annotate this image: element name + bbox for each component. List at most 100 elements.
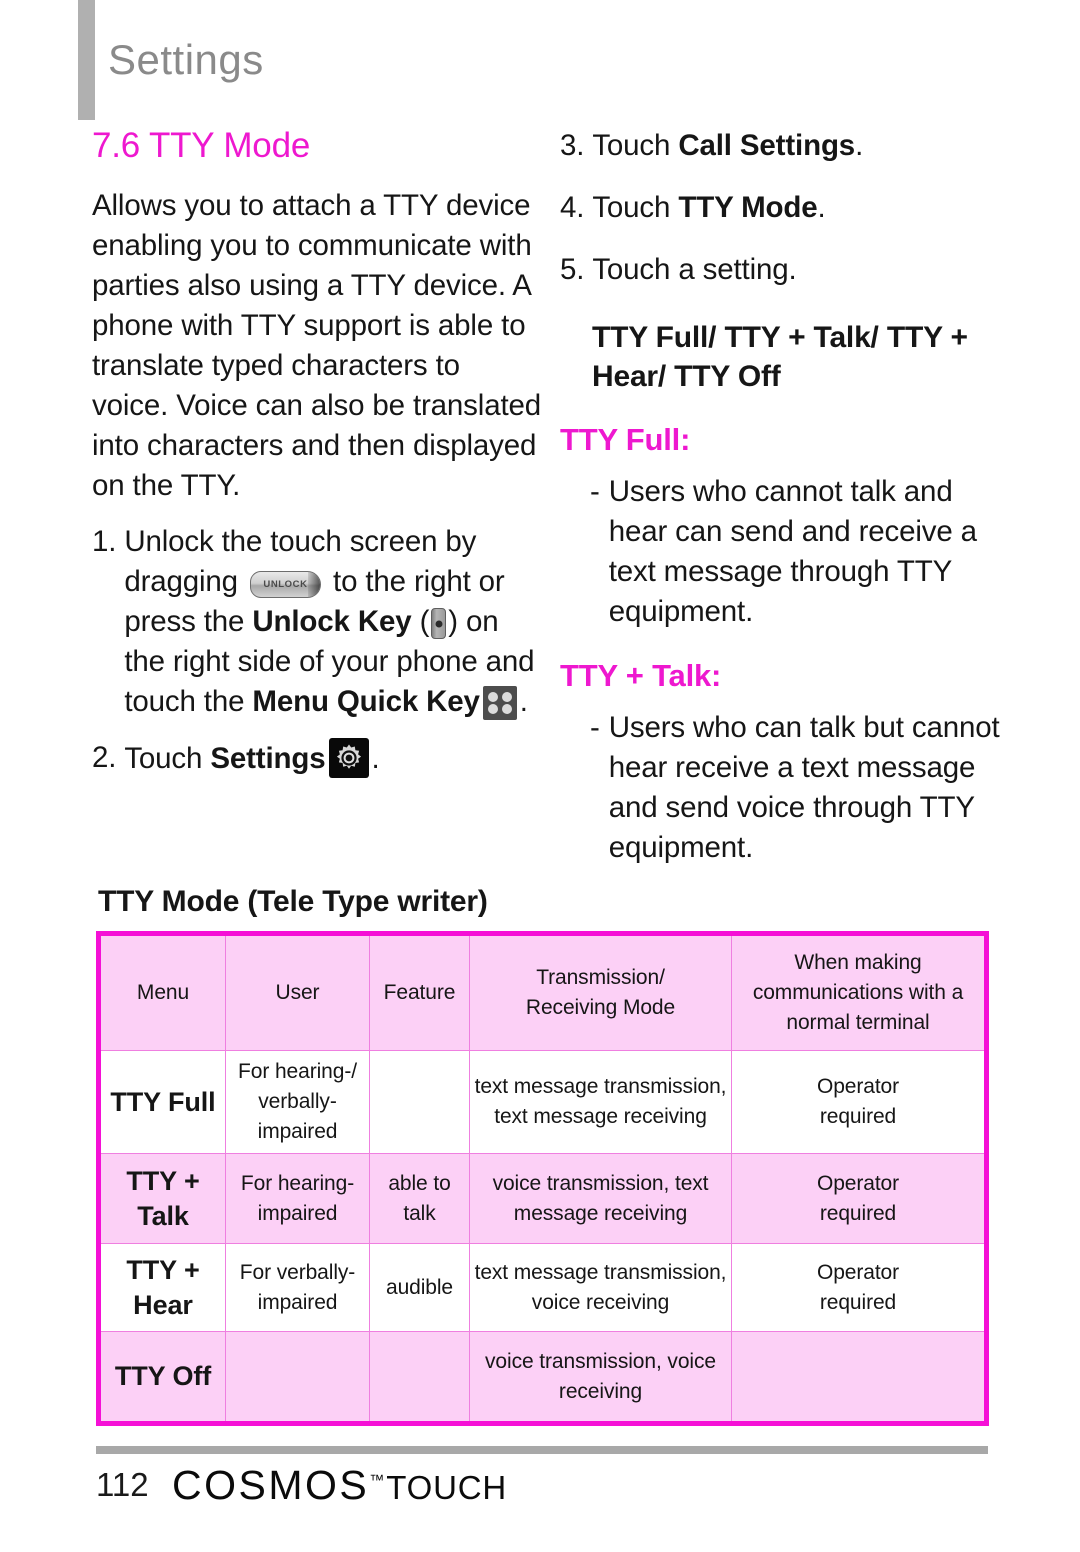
unlock-slider-icon: UNLOCK bbox=[249, 571, 321, 598]
step-3-part-b: . bbox=[855, 129, 864, 162]
row-2-feature: able to talk bbox=[369, 1153, 470, 1244]
row-1-normal-line1: Operator bbox=[816, 1075, 900, 1098]
tty-full-bullet-text: Users who cannot talk and hear can send … bbox=[608, 475, 977, 628]
tty-talk-label: TTY + Talk: bbox=[560, 658, 722, 693]
step-4-part-a: Touch bbox=[592, 191, 671, 224]
manual-page: Settings 7.6 TTY Mode Allows you to atta… bbox=[0, 0, 1080, 1552]
tty-full-bullet: - Users who cannot talk and hear can sen… bbox=[560, 472, 1008, 632]
step-1-part-d: . bbox=[519, 685, 528, 718]
row-3-normal-line2: required bbox=[819, 1290, 897, 1314]
col-header-normal-line2: communications with a bbox=[752, 981, 964, 1004]
row-1-mode-line1: text message transmission, bbox=[474, 1075, 727, 1098]
row-2-user-line2: impaired bbox=[257, 1201, 338, 1225]
step-5-text: Touch a setting. bbox=[592, 253, 797, 286]
step-3-number: 3. bbox=[560, 129, 585, 162]
footer-brand-name: COSMOS bbox=[172, 1462, 370, 1508]
col-header-menu: Menu bbox=[98, 933, 226, 1051]
row-3-user-line2: impaired bbox=[257, 1290, 338, 1314]
row-3-mode: text message transmission, voice receivi… bbox=[469, 1243, 732, 1332]
row-2-feature-line2: talk bbox=[403, 1201, 436, 1225]
footer-trademark: ™ bbox=[369, 1472, 385, 1489]
row-1-user-line2: verbally- bbox=[258, 1090, 337, 1113]
row-2-normal-line1: Operator bbox=[816, 1171, 900, 1195]
menu-quick-key-icon bbox=[482, 686, 517, 720]
row-1-mode-line2: text message receiving bbox=[494, 1105, 707, 1128]
row-1-feature bbox=[369, 1050, 470, 1154]
row-3-user-line1: For verbally- bbox=[239, 1260, 356, 1284]
col-header-feature: Feature bbox=[369, 933, 470, 1051]
step-3: 3. Touch Call Settings. bbox=[560, 126, 1008, 166]
row-3-menu-line2: Hear bbox=[133, 1289, 193, 1320]
row-2-user: For hearing- impaired bbox=[225, 1153, 370, 1244]
row-2-mode-line1: voice transmission, text bbox=[492, 1171, 709, 1195]
row-3-mode-line2: voice receiving bbox=[531, 1290, 670, 1314]
section-title: 7.6 TTY Mode bbox=[92, 126, 311, 165]
table-row: TTY Off voice transmission, voice receiv… bbox=[98, 1331, 987, 1424]
row-3-menu-line1: TTY + bbox=[126, 1254, 200, 1285]
step-2-settings-bold: Settings bbox=[210, 742, 326, 775]
step-3-bold: Call Settings bbox=[678, 129, 856, 162]
row-3-normal: Operator required bbox=[731, 1243, 987, 1332]
table-heading: TTY Mode (Tele Type writer) bbox=[98, 885, 488, 918]
step-1-number: 1. bbox=[92, 525, 117, 558]
col-header-normal-line1: When making bbox=[794, 951, 922, 974]
row-3-normal-line1: Operator bbox=[816, 1260, 900, 1284]
row-1-user-line3: impaired bbox=[257, 1120, 338, 1143]
tty-full-label: TTY Full: bbox=[560, 422, 691, 457]
footer-divider bbox=[96, 1446, 988, 1454]
right-column: 3. Touch Call Settings. 4. Touch TTY Mod… bbox=[560, 126, 1008, 868]
row-4-mode: voice transmission, voice receiving bbox=[469, 1331, 732, 1424]
row-3-mode-line1: text message transmission, bbox=[474, 1260, 727, 1284]
table-row: TTY Full For hearing-/ verbally- impaire… bbox=[98, 1050, 987, 1154]
page-header-title: Settings bbox=[108, 36, 264, 83]
col-header-transmission-line1: Transmission/ bbox=[536, 966, 665, 989]
col-header-normal-line3: normal terminal bbox=[786, 1011, 930, 1034]
step-4-bold: TTY Mode bbox=[678, 191, 818, 224]
row-4-mode-line2: receiving bbox=[558, 1379, 643, 1403]
row-1-user-line1: For hearing-/ bbox=[238, 1060, 357, 1083]
tty-full-bullet-dash: - bbox=[590, 475, 600, 508]
row-2-user-line1: For hearing- bbox=[240, 1171, 355, 1195]
step-1-paren-open: ( bbox=[419, 605, 430, 638]
table-row: TTY + Hear For verbally- impaired audibl… bbox=[98, 1243, 987, 1332]
tty-mode-table: Menu User Feature Transmission/ Receivin… bbox=[96, 931, 989, 1426]
row-1-menu: TTY Full bbox=[98, 1050, 226, 1154]
row-4-feature bbox=[369, 1331, 470, 1424]
mode-options-heading: TTY Full/ TTY + Talk/ TTY + Hear/ TTY Of… bbox=[592, 321, 968, 393]
footer-product-name: TOUCH bbox=[386, 1469, 507, 1506]
step-1-menu-quick-key-bold: Menu Quick Key bbox=[252, 685, 480, 718]
step-3-text: Touch Call Settings. bbox=[592, 126, 1008, 166]
step-2-part-a: Touch bbox=[124, 742, 203, 775]
row-4-normal bbox=[731, 1331, 987, 1424]
step-4-text: Touch TTY Mode. bbox=[592, 188, 1008, 228]
row-3-menu: TTY + Hear bbox=[98, 1243, 226, 1332]
left-column: 7.6 TTY Mode Allows you to attach a TTY … bbox=[92, 126, 544, 779]
col-header-transmission-line2: Receiving Mode bbox=[525, 996, 676, 1019]
row-2-menu: TTY + Talk bbox=[98, 1153, 226, 1244]
row-4-mode-line1: voice transmission, voice bbox=[485, 1349, 716, 1373]
step-3-part-a: Touch bbox=[592, 129, 671, 162]
step-4-number: 4. bbox=[560, 191, 585, 224]
row-1-mode: text message transmission, text message … bbox=[469, 1050, 732, 1154]
row-1-user: For hearing-/ verbally- impaired bbox=[225, 1050, 370, 1154]
step-1-unlock-key-bold: Unlock Key bbox=[252, 605, 412, 638]
row-2-menu-line1: TTY + bbox=[126, 1165, 200, 1196]
row-3-feature: audible bbox=[369, 1243, 470, 1332]
step-2: 2. Touch Settings. bbox=[92, 738, 544, 779]
step-4: 4. Touch TTY Mode. bbox=[560, 188, 1008, 228]
settings-gear-icon bbox=[328, 738, 369, 778]
row-2-menu-line2: Talk bbox=[137, 1200, 189, 1231]
step-1: 1. Unlock the touch screen by dragging U… bbox=[92, 522, 544, 722]
step-4-part-b: . bbox=[817, 191, 826, 224]
row-1-normal-line2: required bbox=[819, 1105, 897, 1128]
unlock-key-icon bbox=[431, 608, 447, 639]
table-header-row: Menu User Feature Transmission/ Receivin… bbox=[98, 933, 987, 1051]
step-5-number: 5. bbox=[560, 253, 585, 286]
row-2-mode-line2: message receiving bbox=[513, 1201, 688, 1225]
row-2-mode: voice transmission, text message receivi… bbox=[469, 1153, 732, 1244]
row-4-menu: TTY Off bbox=[98, 1331, 226, 1424]
row-1-normal: Operator required bbox=[731, 1050, 987, 1154]
step-2-number: 2. bbox=[92, 741, 117, 774]
row-4-user bbox=[225, 1331, 370, 1424]
step-5: 5. Touch a setting. bbox=[560, 250, 1008, 290]
